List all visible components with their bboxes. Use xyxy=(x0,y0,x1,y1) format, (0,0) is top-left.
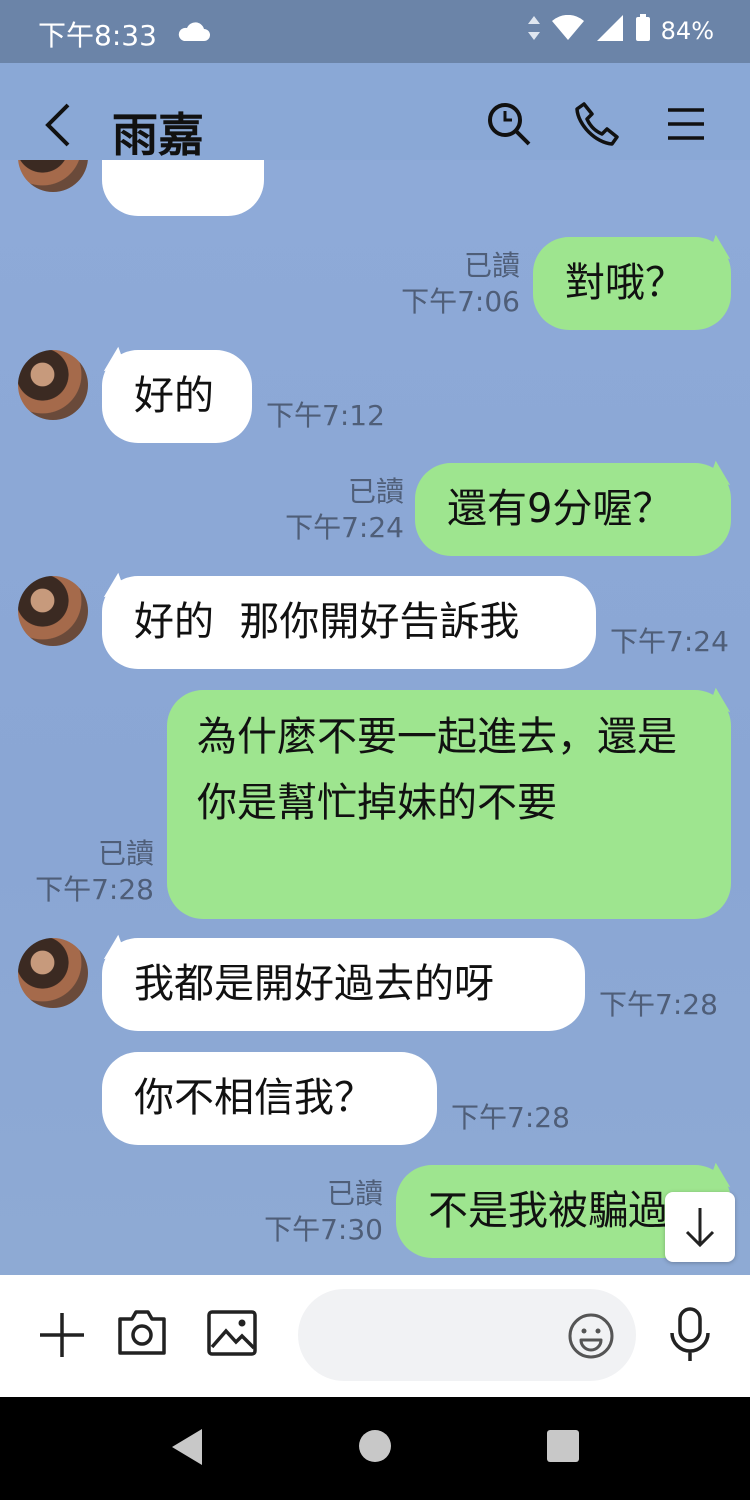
message-text: 好的 那你開好告訴我 xyxy=(134,599,520,645)
read-receipt: 已讀 xyxy=(326,1177,383,1210)
message-time: 下午7:28 xyxy=(599,988,718,1021)
search-icon[interactable] xyxy=(486,101,532,151)
image-icon[interactable] xyxy=(206,1309,258,1361)
message-text: 為什麼不要一起進去，還是你是幫忙掉妹的不要 xyxy=(197,714,677,826)
microphone-icon[interactable] xyxy=(668,1307,712,1367)
status-bar: 下午8:33 84% xyxy=(0,0,750,63)
avatar[interactable] xyxy=(18,160,88,192)
arrow-down-icon xyxy=(685,1208,715,1248)
message-bubble-outgoing[interactable]: 還有9分喔？ xyxy=(415,463,731,556)
message-text: 還有9分喔？ xyxy=(447,486,673,532)
nav-recents-icon[interactable] xyxy=(546,1429,580,1467)
cloud-icon xyxy=(176,22,210,46)
message-bubble-incoming[interactable]: 好的 那你開好告訴我 xyxy=(102,576,596,669)
message-bubble-outgoing[interactable]: 為什麼不要一起進去，還是你是幫忙掉妹的不要 xyxy=(167,690,731,919)
message-text: 你不相信我？ xyxy=(134,1075,374,1121)
camera-icon[interactable] xyxy=(116,1309,168,1361)
avatar[interactable] xyxy=(18,350,88,420)
message-meta: 已讀 下午7:30 xyxy=(243,1176,383,1248)
emoji-icon[interactable] xyxy=(566,1311,616,1365)
back-icon[interactable] xyxy=(42,103,74,151)
message-bubble-incoming[interactable]: 我都是開好過去的呀 xyxy=(102,938,585,1031)
scroll-to-bottom-button[interactable] xyxy=(665,1192,735,1262)
status-time: 下午8:33 xyxy=(38,19,157,52)
contact-name: 雨嘉 xyxy=(112,108,204,162)
message-text: 不是我被騙過 xyxy=(428,1188,668,1234)
avatar[interactable] xyxy=(18,938,88,1008)
message-meta: 已讀 下午7:06 xyxy=(380,248,520,320)
battery-icon xyxy=(635,14,651,48)
battery-percent: 84% xyxy=(660,17,714,45)
menu-icon[interactable] xyxy=(666,107,706,145)
partial-time xyxy=(282,170,412,184)
message-meta: 已讀 下午7:28 xyxy=(14,836,154,908)
message-bubble-outgoing[interactable]: 對哦？ xyxy=(533,237,731,330)
message-text: 好的 xyxy=(134,373,214,419)
read-receipt: 已讀 xyxy=(463,249,520,282)
input-bar xyxy=(0,1275,750,1397)
data-arrows-icon xyxy=(527,15,541,47)
message-bubble-incoming[interactable]: 你不相信我？ xyxy=(102,1052,437,1145)
message-text: 我都是開好過去的呀 xyxy=(134,961,494,1007)
message-time: 下午7:24 xyxy=(610,625,729,658)
message-time: 下午7:28 xyxy=(451,1101,570,1134)
read-receipt: 已讀 xyxy=(97,837,154,870)
read-receipt: 已讀 xyxy=(347,475,404,508)
message-time: 下午7:28 xyxy=(35,873,154,906)
message-bubble-partial[interactable] xyxy=(102,160,264,216)
avatar[interactable] xyxy=(18,576,88,646)
chat-area[interactable]: 已讀 下午7:06 對哦？ 好的 下午7:12 已讀 下午7:24 還有9分喔？… xyxy=(0,160,750,1275)
message-bubble-incoming[interactable]: 好的 xyxy=(102,350,252,443)
nav-back-icon[interactable] xyxy=(170,1427,204,1471)
signal-icon xyxy=(595,14,625,48)
nav-home-icon[interactable] xyxy=(358,1429,392,1467)
message-time: 下午7:06 xyxy=(401,285,520,318)
wifi-icon xyxy=(551,14,585,47)
message-time: 下午7:30 xyxy=(264,1213,383,1246)
system-nav-bar xyxy=(0,1397,750,1500)
phone-icon[interactable] xyxy=(574,101,620,151)
message-text: 對哦？ xyxy=(565,260,685,306)
message-meta: 已讀 下午7:24 xyxy=(264,474,404,546)
message-input[interactable] xyxy=(298,1289,636,1381)
message-time: 下午7:12 xyxy=(266,399,385,432)
plus-icon[interactable] xyxy=(38,1311,86,1363)
message-time: 下午7:24 xyxy=(285,511,404,544)
